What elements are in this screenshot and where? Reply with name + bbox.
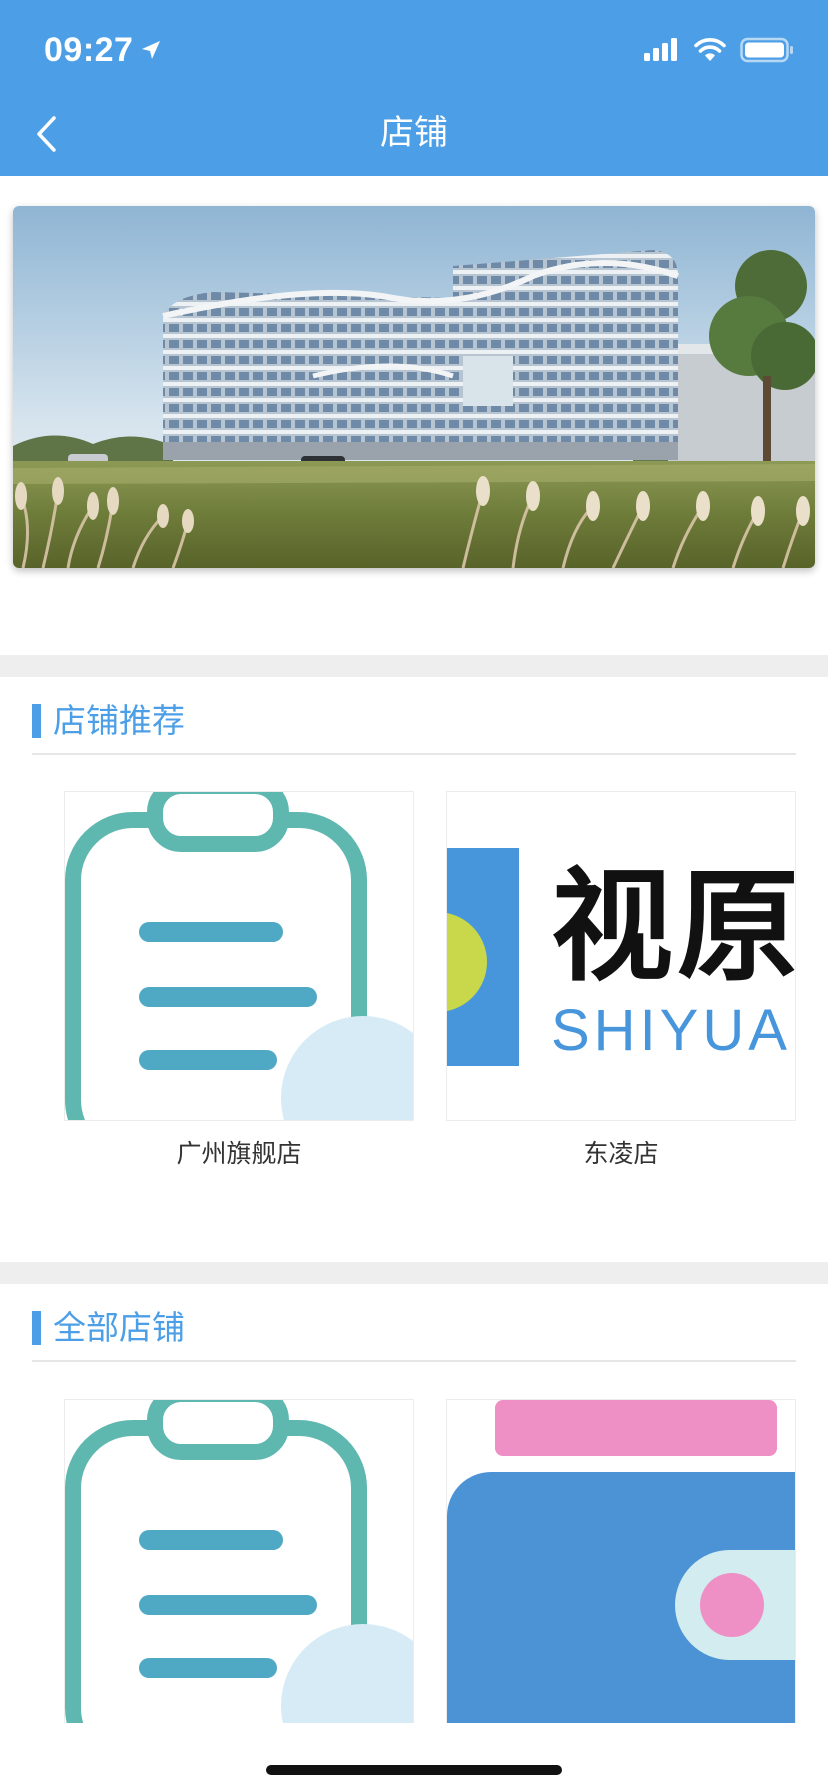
logo-text-cn: 视原 <box>551 856 796 998</box>
top-bar: 09:27 店铺 <box>0 0 828 176</box>
status-time: 09:27 <box>44 28 163 72</box>
store-card[interactable] <box>446 1399 796 1723</box>
status-time-text: 09:27 <box>44 30 134 69</box>
store-thumbnail <box>64 1399 414 1723</box>
section-accent-bar <box>32 1311 41 1345</box>
page-title: 店铺 <box>380 113 448 153</box>
store-thumbnail: 视原 SHIYUAN <box>446 791 796 1121</box>
section-title: 店铺推荐 <box>53 701 185 740</box>
section-header-all: 全部店铺 <box>32 1296 796 1362</box>
status-icons <box>644 30 794 70</box>
store-name: 东凌店 <box>583 1139 659 1168</box>
store-thumbnail <box>64 791 414 1121</box>
store-card[interactable] <box>64 1399 414 1723</box>
location-arrow-icon <box>142 41 161 59</box>
section-divider <box>0 1262 828 1284</box>
section-title: 全部店铺 <box>53 1308 185 1347</box>
wifi-icon <box>694 38 726 61</box>
store-card-guangzhou[interactable]: 广州旗舰店 <box>64 791 414 1181</box>
home-indicator[interactable] <box>266 1765 562 1775</box>
section-accent-bar <box>32 704 41 738</box>
store-name: 广州旗舰店 <box>176 1139 302 1168</box>
store-card-dongling[interactable]: 视原 SHIYUAN 东凌店 <box>446 791 796 1181</box>
section-header-recommended: 店铺推荐 <box>32 689 796 755</box>
cellular-signal-icon <box>644 38 677 61</box>
battery-icon <box>740 37 793 63</box>
section-divider <box>0 655 828 677</box>
wallet-icon <box>447 1400 795 1723</box>
office-building-photo <box>13 206 815 568</box>
store-thumbnail <box>446 1399 796 1723</box>
clipboard-icon <box>65 792 413 1120</box>
logo-text-en: SHIYUAN <box>551 998 795 1063</box>
banner-image[interactable] <box>13 206 815 568</box>
clipboard-icon <box>65 1400 413 1723</box>
